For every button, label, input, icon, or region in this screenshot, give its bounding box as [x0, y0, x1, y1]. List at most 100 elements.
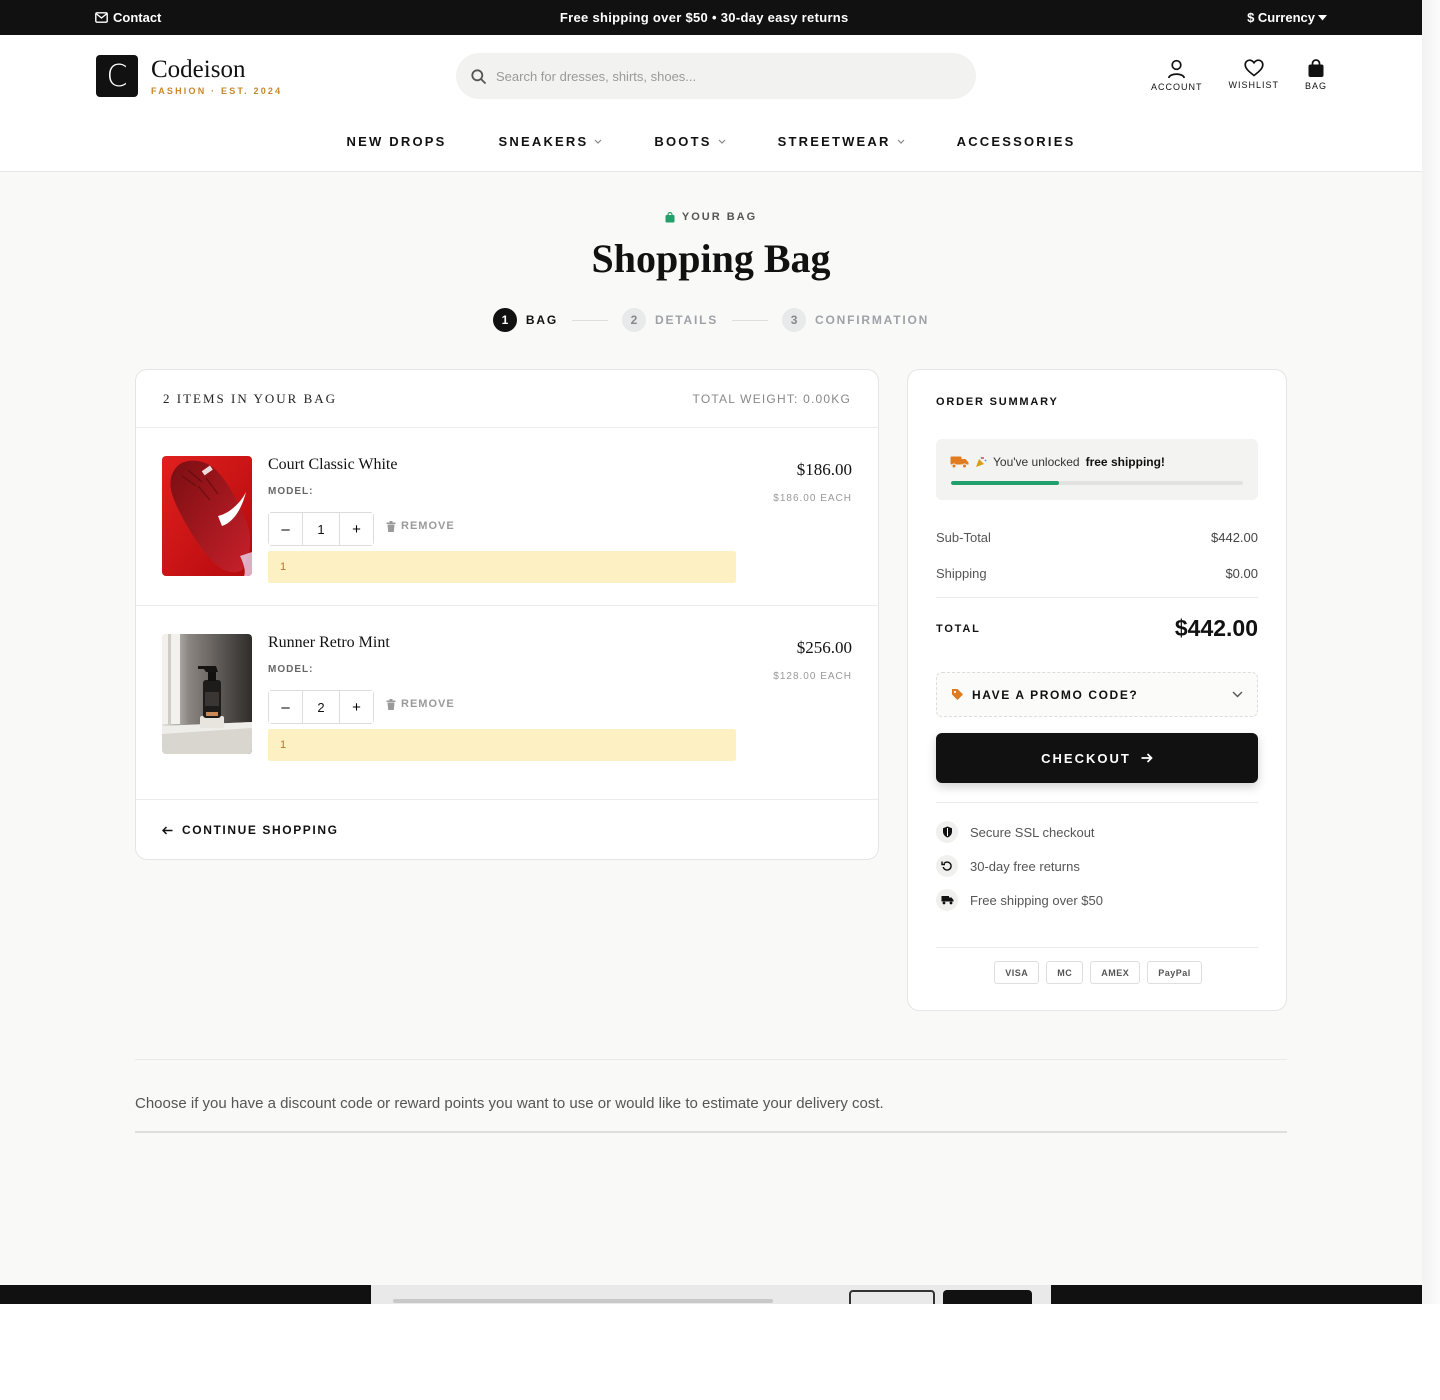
nav-item-sneakers[interactable]: SNEAKERS	[499, 134, 603, 149]
nav-label: BOOTS	[654, 134, 712, 149]
wishlist-button[interactable]: WISHLIST	[1228, 59, 1279, 92]
truck-icon	[950, 456, 969, 469]
trash-icon	[386, 520, 396, 532]
payment-badge-mc: MC	[1046, 961, 1084, 984]
free-shipping-progress	[951, 481, 1243, 485]
wishlist-label: WISHLIST	[1228, 80, 1279, 90]
chevron-down-icon	[594, 139, 602, 144]
promo-code-toggle[interactable]: HAVE A PROMO CODE?	[936, 672, 1258, 717]
cart-header: 2 ITEMS IN YOUR BAG TOTAL WEIGHT: 0.00KG	[136, 370, 878, 428]
step-label: BAG	[525, 313, 558, 327]
free-shipping-message: You've unlocked free shipping!	[950, 455, 1165, 469]
decrease-quantity-button[interactable]: –	[269, 513, 302, 545]
increase-quantity-button[interactable]: +	[340, 691, 373, 723]
remove-label: REMOVE	[401, 520, 455, 532]
heart-icon	[1244, 59, 1264, 77]
caret-down-icon	[1317, 14, 1327, 20]
product-name[interactable]: Court Classic White	[268, 456, 397, 474]
arrow-left-icon	[162, 825, 173, 835]
shipping-value: $0.00	[1225, 566, 1258, 581]
step-connector	[571, 319, 608, 321]
increase-quantity-button[interactable]: +	[340, 513, 373, 545]
remove-button[interactable]: REMOVE	[386, 698, 455, 710]
logo-mark: C	[96, 55, 138, 97]
nav-item-new-drops[interactable]: NEW DROPS	[347, 134, 447, 149]
search-input[interactable]	[496, 68, 936, 84]
product-image[interactable]	[162, 634, 252, 754]
remove-label: REMOVE	[401, 698, 455, 710]
brand-name: Codeison	[151, 55, 246, 83]
section-divider	[135, 1059, 1287, 1060]
page-eyebrow: YOUR BAG	[0, 211, 1422, 223]
step-bag[interactable]: 1 BAG	[492, 308, 558, 332]
continue-shopping-link[interactable]: CONTINUE SHOPPING	[162, 823, 339, 837]
arrow-right-icon	[1141, 753, 1153, 763]
discount-info-text: Choose if you have a discount code or re…	[135, 1095, 884, 1112]
nav-item-streetwear[interactable]: STREETWEAR	[778, 134, 905, 149]
item-price: $256.00	[796, 638, 852, 657]
shipping-row: Shipping $0.00	[936, 566, 1258, 581]
bag-icon	[1308, 59, 1324, 77]
continue-shopping-label: CONTINUE SHOPPING	[182, 823, 339, 837]
decrease-quantity-button[interactable]: –	[269, 691, 302, 723]
nav-label: SNEAKERS	[498, 134, 589, 149]
step-details[interactable]: 2 DETAILS	[621, 308, 718, 332]
cookie-reject-button[interactable]	[849, 1290, 935, 1304]
quantity-value[interactable]: 2	[302, 691, 340, 723]
total-label: TOTAL	[936, 622, 981, 635]
step-number: 2	[621, 308, 646, 332]
nav-item-boots[interactable]: BOOTS	[654, 134, 726, 149]
brand-tagline: FASHION · EST. 2024	[151, 85, 283, 96]
item-unit-price: $128.00 EACH	[773, 671, 852, 682]
trust-label: Secure SSL checkout	[970, 824, 1095, 840]
search-icon	[471, 68, 486, 84]
checkout-button[interactable]: CHECKOUT	[936, 733, 1258, 783]
subtotal-value: $442.00	[1211, 530, 1258, 545]
item-note: 1	[268, 729, 736, 761]
summary-divider	[936, 802, 1258, 803]
product-image[interactable]	[162, 456, 252, 576]
brand-logo[interactable]: C Codeison FASHION · EST. 2024	[96, 55, 282, 97]
cart-item: Court Classic White MODEL: – 1 + REMOVE …	[136, 428, 878, 606]
cart-total-weight: TOTAL WEIGHT: 0.00KG	[692, 391, 851, 406]
account-label: ACCOUNT	[1150, 82, 1203, 92]
contact-label: Contact	[113, 10, 162, 25]
contact-link[interactable]: Contact	[95, 10, 161, 25]
nav-item-accessories[interactable]: ACCESSORIES	[957, 134, 1076, 149]
cart-panel: 2 ITEMS IN YOUR BAG TOTAL WEIGHT: 0.00KG	[135, 369, 879, 860]
item-note: 1	[268, 551, 736, 583]
shipping-label: Shipping	[936, 566, 987, 581]
summary-divider	[936, 947, 1258, 948]
trust-item: Secure SSL checkout	[936, 821, 1258, 843]
currency-selector[interactable]: $ Currency	[1247, 10, 1327, 25]
quantity-value[interactable]: 1	[302, 513, 340, 545]
step-connector	[732, 319, 769, 321]
chevron-down-icon	[1232, 691, 1243, 698]
shield-icon	[936, 821, 958, 843]
chevron-down-icon	[718, 139, 726, 144]
account-button[interactable]: ACCOUNT	[1151, 59, 1203, 92]
trust-label: 30-day free returns	[970, 858, 1080, 874]
item-price: $186.00	[796, 460, 852, 479]
currency-label: $ Currency	[1247, 10, 1315, 25]
step-confirmation[interactable]: 3 CONFIRMATION	[782, 308, 929, 332]
free-shipping-progress-fill	[951, 481, 1060, 485]
header-actions: ACCOUNT WISHLIST BAG	[1151, 59, 1327, 92]
cookie-accept-button[interactable]	[943, 1290, 1032, 1304]
product-name[interactable]: Runner Retro Mint	[268, 634, 390, 652]
nav-label: ACCESSORIES	[956, 134, 1076, 149]
payment-badge-amex: AMEX	[1090, 961, 1141, 984]
remove-button[interactable]: REMOVE	[386, 520, 455, 532]
cart-item: Runner Retro Mint MODEL: – 2 + REMOVE 1 …	[136, 606, 878, 800]
checkout-label: CHECKOUT	[1041, 750, 1131, 766]
trust-item: Free shipping over $50	[936, 889, 1258, 911]
product-model: MODEL:	[268, 664, 314, 675]
return-icon	[936, 855, 958, 877]
user-icon	[1168, 59, 1186, 79]
party-popper-icon	[976, 456, 987, 467]
section-divider	[135, 1131, 1287, 1133]
quantity-stepper: – 1 +	[268, 512, 374, 546]
total-value: $442.00	[1174, 615, 1258, 641]
main-nav: NEW DROPS SNEAKERS BOOTS STREETWEAR ACCE…	[0, 134, 1422, 149]
bag-button[interactable]: BAG	[1305, 59, 1327, 92]
